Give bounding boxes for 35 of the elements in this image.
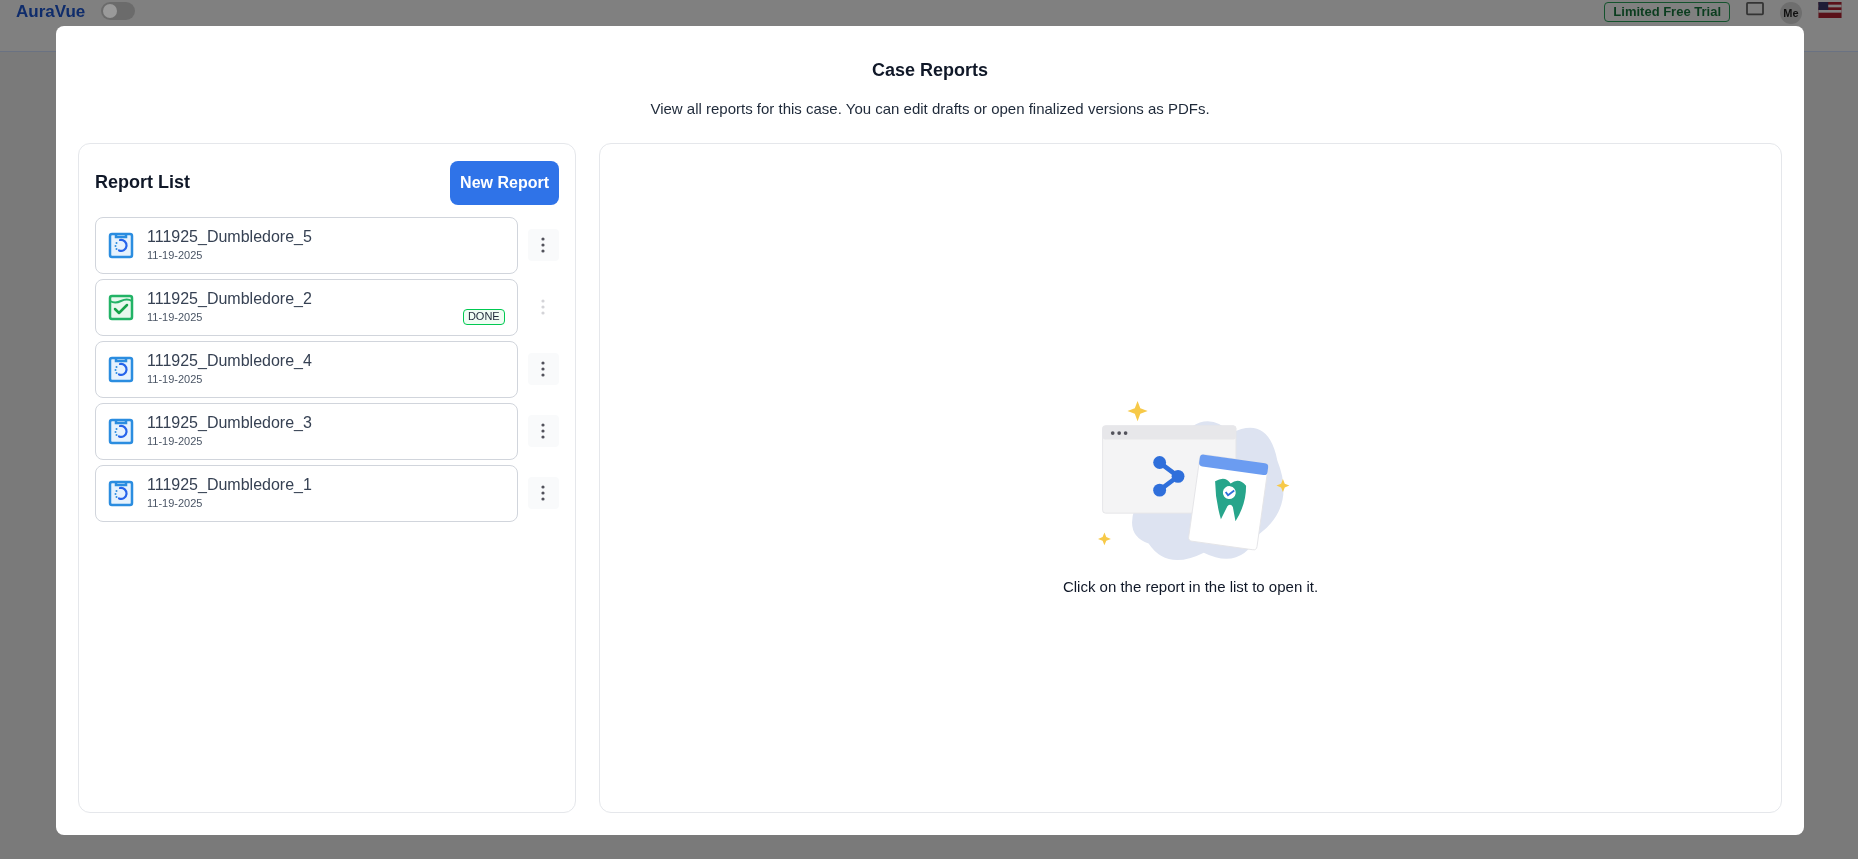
empty-state-message: Click on the report in the list to open it.: [1062, 577, 1319, 597]
flag-icon[interactable]: [1818, 2, 1842, 18]
clipboard-check-icon: [108, 293, 134, 321]
report-date: 11-19-2025: [147, 495, 203, 511]
report-date: 11-19-2025: [147, 371, 203, 387]
dialog-title: Case Reports: [870, 59, 989, 82]
user-avatar[interactable]: Me: [1780, 2, 1802, 24]
app-logo: AuraVue: [16, 2, 86, 22]
report-name: 111925_Dumbledore_3: [147, 412, 313, 433]
more-options-button[interactable]: [527, 353, 559, 385]
more-options-button[interactable]: [527, 415, 559, 447]
report-name: 111925_Dumbledore_5: [147, 226, 313, 247]
monitor-icon[interactable]: [1746, 2, 1764, 18]
more-options-button[interactable]: [527, 229, 559, 261]
report-item[interactable]: 111925_Dumbledore_5 11-19-2025: [95, 216, 518, 274]
clipboard-progress-icon: [108, 231, 134, 259]
new-report-button[interactable]: New Report: [450, 160, 559, 205]
report-item[interactable]: 111925_Dumbledore_3 11-19-2025: [95, 402, 518, 460]
status-badge: DONE: [462, 309, 505, 325]
more-options-button[interactable]: [527, 477, 559, 509]
report-item[interactable]: 111925_Dumbledore_2 11-19-2025 DONE: [95, 278, 518, 336]
clipboard-progress-icon: [108, 479, 134, 507]
clipboard-progress-icon: [108, 355, 134, 383]
report-name: 111925_Dumbledore_4: [147, 350, 313, 371]
report-item[interactable]: 111925_Dumbledore_4 11-19-2025: [95, 340, 518, 398]
clipboard-progress-icon: [108, 417, 134, 445]
report-item[interactable]: 111925_Dumbledore_1 11-19-2025: [95, 464, 518, 522]
report-date: 11-19-2025: [147, 433, 203, 449]
report-name: 111925_Dumbledore_2: [147, 288, 313, 309]
theme-toggle[interactable]: [101, 2, 136, 20]
report-list-title: Report List: [95, 171, 190, 194]
report-date: 11-19-2025: [147, 247, 203, 263]
dialog-subtitle: View all reports for this case. You can edit drafts or open finalized versions as PDFs.: [649, 99, 1211, 119]
report-date: 11-19-2025: [147, 309, 203, 325]
report-name: 111925_Dumbledore_1: [147, 474, 313, 495]
